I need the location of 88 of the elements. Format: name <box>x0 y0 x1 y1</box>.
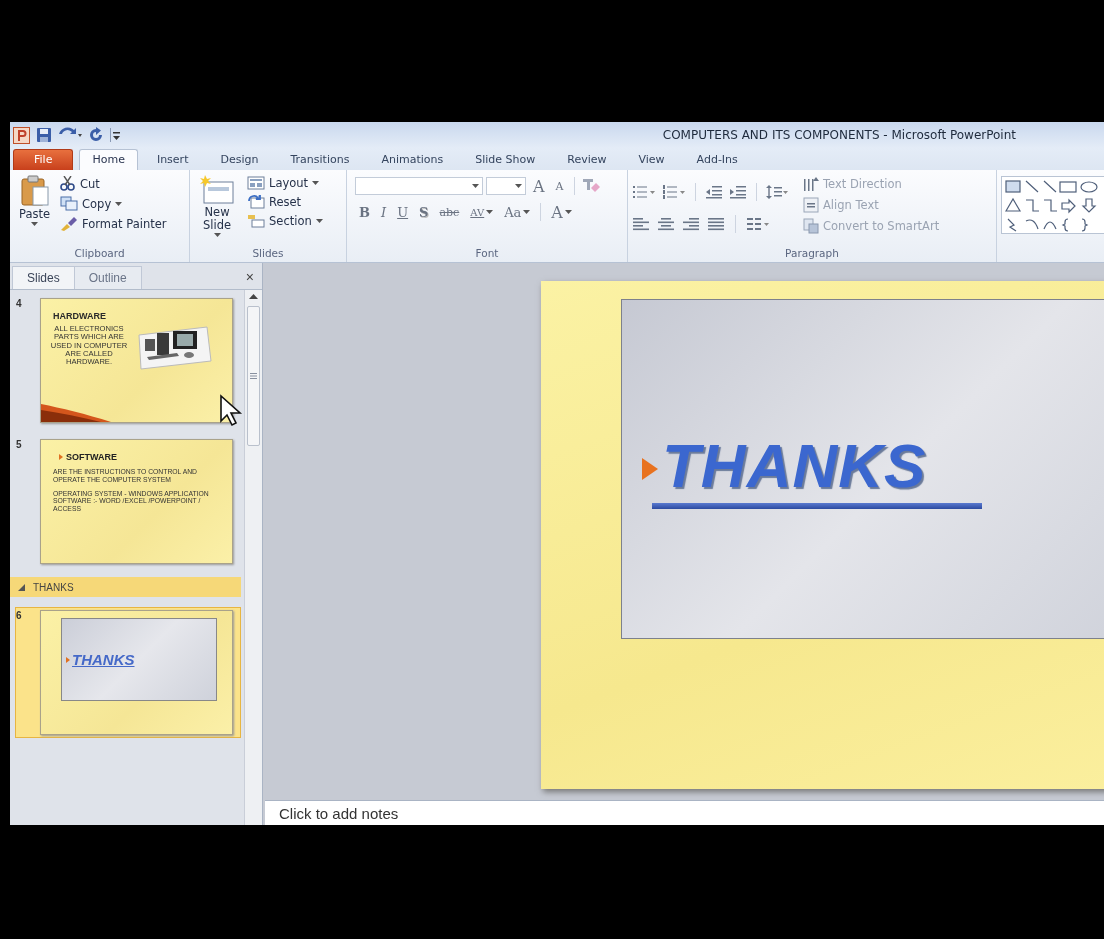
pane-tab[interactable]: Slides <box>12 266 75 289</box>
character-spacing-button[interactable]: AV <box>466 205 498 219</box>
slide-title: HARDWARE <box>52 310 107 321</box>
caret-icon <box>213 233 221 238</box>
scrollbar-thumb[interactable] <box>247 306 260 446</box>
shrink-font-button[interactable]: A <box>551 178 568 194</box>
ribbon-tab[interactable]: Animations <box>368 149 457 170</box>
columns-icon[interactable] <box>746 217 770 231</box>
slide-title: SOFTWARE <box>66 452 117 462</box>
increase-indent-icon[interactable] <box>729 185 747 199</box>
ribbon-tab[interactable]: Design <box>207 149 272 170</box>
file-tab[interactable]: File <box>13 149 74 170</box>
caret-icon <box>31 222 38 227</box>
ribbon-tab[interactable]: Insert <box>143 149 202 170</box>
copy-icon <box>60 196 79 211</box>
close-button[interactable]: × <box>245 269 254 285</box>
section-header[interactable]: THANKS <box>10 577 241 597</box>
ribbon-tab[interactable]: Slide Show <box>462 149 549 170</box>
decrease-indent-icon[interactable] <box>705 185 723 199</box>
line-spacing-icon[interactable] <box>766 185 788 199</box>
notes-field[interactable]: Click to add notes <box>265 800 1104 825</box>
save-icon[interactable] <box>36 127 52 143</box>
shape-gallery[interactable] <box>1001 176 1104 234</box>
redo-icon[interactable] <box>88 127 104 143</box>
slide-number: 5 <box>16 439 23 452</box>
clipboard-icon <box>19 175 50 207</box>
slide-title: THANKS <box>662 429 928 501</box>
strikethrough-button[interactable]: abc <box>435 204 464 220</box>
reset-icon <box>247 195 265 209</box>
ribbon-tab[interactable]: View <box>625 149 678 170</box>
section-button[interactable]: Section <box>245 213 325 229</box>
bold-button[interactable]: B <box>355 203 374 221</box>
grow-font-button[interactable]: A <box>529 175 549 197</box>
ribbon-tab[interactable]: Add-Ins <box>683 149 751 170</box>
shadow-button[interactable]: S <box>415 203 433 221</box>
bullets-icon[interactable] <box>632 185 656 199</box>
ribbon-tab[interactable]: Transitions <box>277 149 363 170</box>
ribbon-tab[interactable]: Review <box>554 149 620 170</box>
font-color-button[interactable]: A <box>547 201 576 223</box>
format-painter-button[interactable]: Format Painter <box>58 215 169 232</box>
paintbrush-icon <box>60 216 79 231</box>
group-label: Font <box>474 247 500 261</box>
new-slide-button[interactable]: New Slide <box>194 173 240 240</box>
bullet-icon <box>59 454 63 460</box>
paste-button[interactable]: Paste <box>16 173 54 229</box>
caret-icon <box>515 184 522 188</box>
title-placeholder[interactable]: THANKS <box>621 299 1104 639</box>
copy-button[interactable]: Copy <box>58 195 169 212</box>
align-right-icon[interactable] <box>682 217 700 231</box>
slide-number: 6 <box>16 610 23 623</box>
pointer-icon <box>219 394 243 428</box>
slide-title: THANKS <box>72 651 135 668</box>
app-logo-icon <box>13 126 30 144</box>
group-label: Clipboard <box>73 247 126 261</box>
scissors-icon <box>60 176 77 191</box>
text-direction-icon <box>803 176 819 192</box>
underline-button[interactable]: U <box>393 203 413 221</box>
layout-button[interactable]: Layout <box>245 175 325 191</box>
section-icon <box>247 214 265 228</box>
clear-formatting-icon[interactable] <box>580 177 601 195</box>
slide-item[interactable]: 6 THANKS <box>15 607 241 738</box>
numbering-icon[interactable] <box>662 185 686 199</box>
group-label: Paragraph <box>784 247 840 261</box>
align-left-icon[interactable] <box>632 217 650 231</box>
ribbon-tab[interactable]: Home <box>79 149 138 170</box>
expanded-icon[interactable] <box>18 583 25 591</box>
bullet-icon <box>642 458 658 480</box>
grip-icon[interactable] <box>250 373 257 379</box>
window-title: COMPUTERS AND ITS COMPONENTS - Microsoft PowerPoint <box>662 128 1016 142</box>
align-text-icon <box>803 197 819 213</box>
smartart-icon <box>803 218 819 234</box>
pane-tab[interactable]: Outline <box>73 266 142 289</box>
reset-button[interactable]: Reset <box>245 194 325 210</box>
caret-icon <box>472 184 479 188</box>
bullet-icon <box>66 656 70 663</box>
slide-thumbnail[interactable]: THANKS <box>40 610 233 735</box>
layout-icon <box>247 176 265 190</box>
new-slide-icon <box>199 175 235 205</box>
italic-button[interactable]: I <box>377 203 391 221</box>
cut-button[interactable]: Cut <box>58 175 169 192</box>
scrollbar[interactable] <box>244 290 262 825</box>
customize-toolbar-icon[interactable] <box>110 128 120 142</box>
font-size-dropdown[interactable] <box>486 177 526 195</box>
align-center-icon[interactable] <box>657 217 675 231</box>
change-case-button[interactable]: Aa <box>500 203 535 221</box>
group-label: Slides <box>251 247 285 261</box>
justify-icon[interactable] <box>707 217 725 231</box>
slide-number: 4 <box>16 298 23 311</box>
